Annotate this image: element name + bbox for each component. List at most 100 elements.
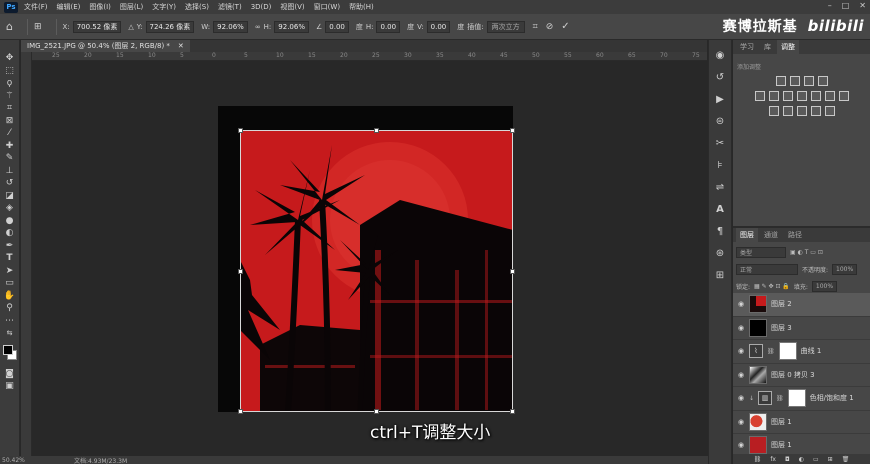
properties-icon[interactable]: ⊜ [712, 114, 728, 130]
more-tools-icon[interactable]: ⋯ [3, 315, 17, 328]
home-icon[interactable]: ⌂ [6, 20, 13, 33]
gradient-map-icon[interactable] [810, 106, 821, 116]
visibility-eye-icon[interactable]: ◉ [737, 441, 745, 449]
transform-handle-top-left[interactable] [238, 128, 243, 133]
layer-name[interactable]: 图层 3 [771, 323, 792, 333]
visibility-eye-icon[interactable]: ◉ [737, 371, 745, 379]
cancel-transform-icon[interactable]: ⊘ [546, 22, 554, 32]
free-transform-bounding-box[interactable] [238, 128, 515, 414]
menu-edit[interactable]: 编辑(E) [57, 2, 81, 12]
threshold-icon[interactable] [796, 106, 807, 116]
transform-handle-bottom[interactable] [374, 409, 379, 414]
vibrance-icon[interactable] [754, 91, 765, 101]
reference-point-icon[interactable]: ⊞ [34, 22, 42, 32]
brightness-contrast-icon[interactable] [775, 76, 786, 86]
interpolation-select[interactable]: 两次立方 [486, 20, 525, 33]
vskew-field[interactable]: 0.00 [426, 20, 451, 33]
trash-icon[interactable]: 🗑 [842, 456, 850, 463]
new-layer-icon[interactable]: ⊞ [828, 456, 833, 463]
color-swatch[interactable] [2, 344, 18, 362]
screen-mode-icon[interactable]: ▣ [3, 380, 17, 393]
tab-layers[interactable]: 图层 [736, 228, 758, 242]
tab-channels[interactable]: 通道 [760, 228, 782, 242]
minimize-icon[interactable]: – [828, 1, 832, 10]
transform-handle-top[interactable] [374, 128, 379, 133]
color-balance-icon[interactable] [782, 91, 793, 101]
transform-handle-bottom-left[interactable] [238, 409, 243, 414]
visibility-eye-icon[interactable]: ◉ [737, 300, 745, 308]
curves-icon[interactable] [803, 76, 814, 86]
fx-icon[interactable]: fx [770, 456, 776, 463]
visibility-eye-icon[interactable]: ◉ [737, 418, 745, 426]
hand-tool-icon[interactable]: ✋ [3, 290, 17, 303]
link-layers-icon[interactable]: ⛓ [754, 456, 762, 463]
paint-bucket-tool-icon[interactable]: ◈ [3, 202, 17, 215]
layer-mask-thumbnail[interactable] [787, 389, 806, 408]
warp-icon[interactable]: ⌗ [533, 22, 538, 32]
black-white-icon[interactable] [796, 91, 807, 101]
document-info[interactable]: 文档:4.93M/23.3M [74, 456, 127, 464]
menu-select[interactable]: 选择(S) [185, 2, 209, 12]
shape-tool-icon[interactable]: ▭ [3, 277, 17, 290]
layer-mask-thumbnail[interactable] [778, 342, 797, 361]
menu-view[interactable]: 视图(V) [280, 2, 304, 12]
dodge-tool-icon[interactable]: ◐ [3, 227, 17, 240]
layer-row[interactable]: ◉ 图层 2 [733, 293, 870, 317]
menu-image[interactable]: 图像(I) [89, 2, 111, 12]
visibility-eye-icon[interactable]: ◉ [737, 324, 745, 332]
crop-tool-icon[interactable]: ⌗ [3, 102, 17, 115]
levels-icon[interactable] [789, 76, 800, 86]
frame-tool-icon[interactable]: ⊠ [3, 115, 17, 128]
tab-adjustments[interactable]: 调整 [777, 40, 799, 54]
layer-name[interactable]: 图层 0 拷贝 3 [771, 370, 815, 380]
clone-stamp-tool-icon[interactable]: ⊥ [3, 165, 17, 178]
layer-row[interactable]: ◉ 图层 0 拷贝 3 [733, 364, 870, 387]
new-adjustment-icon[interactable]: ◐ [799, 456, 804, 463]
layer-kind-select[interactable]: 类型 [736, 246, 786, 258]
magic-wand-tool-icon[interactable]: ⚚ [3, 90, 17, 103]
transform-handle-left[interactable] [238, 269, 243, 274]
3d-icon[interactable]: ⊛ [712, 246, 728, 262]
transform-handle-bottom-right[interactable] [510, 409, 515, 414]
paragraph-icon[interactable]: ¶ [712, 224, 728, 240]
healing-brush-tool-icon[interactable]: ✚ [3, 140, 17, 153]
menu-window[interactable]: 窗口(W) [314, 2, 340, 12]
blur-tool-icon[interactable]: ● [3, 215, 17, 228]
layer-name[interactable]: 色相/饱和度 1 [810, 393, 854, 403]
filter-icons[interactable]: ▣ ◐ T ▭ ⊡ [790, 249, 823, 256]
posterize-icon[interactable] [782, 106, 793, 116]
character-icon[interactable]: A [712, 202, 728, 218]
layer-row[interactable]: ◉ 图层 3 [733, 317, 870, 340]
foreground-color[interactable] [2, 344, 13, 355]
layer-name[interactable]: 图层 1 [771, 417, 792, 427]
hskew-field[interactable]: 0.00 [376, 20, 401, 33]
menu-type[interactable]: 文字(Y) [152, 2, 176, 12]
exposure-icon[interactable] [817, 76, 828, 86]
lasso-tool-icon[interactable]: ϙ [3, 77, 17, 90]
brush-settings-icon[interactable]: ✂ [712, 136, 728, 152]
commit-transform-icon[interactable]: ✓ [561, 21, 569, 32]
actions-play-icon[interactable]: ▶ [712, 92, 728, 108]
add-mask-icon[interactable]: ◘ [785, 456, 790, 463]
canvas-area[interactable] [32, 62, 707, 456]
tab-paths[interactable]: 路径 [784, 228, 806, 242]
tab-learn[interactable]: 学习 [736, 40, 758, 54]
visibility-eye-icon[interactable]: ◉ [737, 394, 745, 402]
menu-filter[interactable]: 滤镜(T) [218, 2, 242, 12]
hue-saturation-icon[interactable] [768, 91, 779, 101]
photo-filter-icon[interactable] [810, 91, 821, 101]
move-tool-icon[interactable]: ✥ [3, 52, 17, 65]
transform-handle-right[interactable] [510, 269, 515, 274]
menu-help[interactable]: 帮助(H) [349, 2, 374, 12]
eraser-tool-icon[interactable]: ◪ [3, 190, 17, 203]
color-wheel-icon[interactable]: ◉ [712, 48, 728, 64]
tab-close-icon[interactable]: ✕ [178, 42, 184, 50]
delta-icon[interactable]: △ [128, 23, 133, 31]
link-icon[interactable]: ∞ [255, 23, 261, 31]
swap-colors-icon[interactable]: ⇆ [3, 327, 17, 340]
tab-libraries[interactable]: 库 [760, 40, 775, 54]
channel-mixer-icon[interactable] [824, 91, 835, 101]
chain-link-icon[interactable]: ⛓ [776, 395, 784, 402]
pen-tool-icon[interactable]: ✒ [3, 240, 17, 253]
zoom-tool-icon[interactable]: ⚲ [3, 302, 17, 315]
